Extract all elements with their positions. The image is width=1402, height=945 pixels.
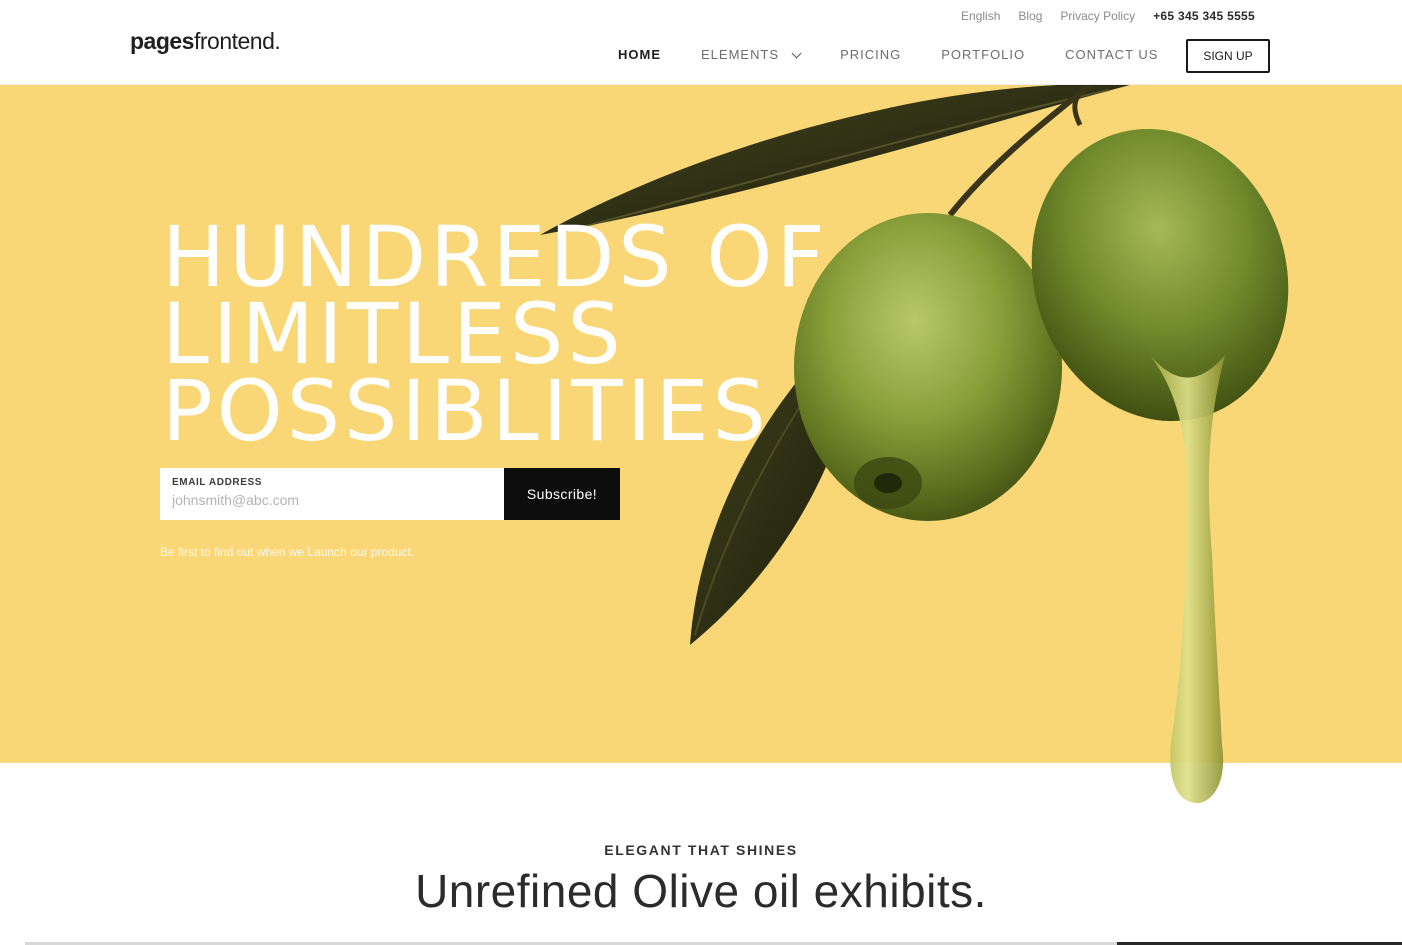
logo-light-text: frontend. bbox=[193, 28, 281, 54]
phone-number[interactable]: +65 345 345 5555 bbox=[1153, 8, 1255, 24]
email-field-wrapper[interactable]: EMAIL ADDRESS bbox=[160, 468, 504, 520]
section-eyebrow: ELEGANT THAT SHINES bbox=[604, 842, 798, 858]
nav-pricing-label: PRICING bbox=[840, 47, 902, 62]
headline-line-3: POSSIBLITIES bbox=[162, 362, 770, 460]
sign-up-button[interactable]: SIGN UP bbox=[1186, 39, 1270, 73]
main-nav: HOME ELEMENTS PRICING PORTFOLIO CONTACT … bbox=[618, 46, 1198, 64]
nav-contact-us[interactable]: CONTACT US bbox=[1065, 46, 1158, 64]
section-title: Unrefined Olive oil exhibits. bbox=[415, 865, 987, 917]
subscribe-form: EMAIL ADDRESS Subscribe! bbox=[160, 468, 620, 520]
language-link[interactable]: English bbox=[961, 8, 1000, 24]
privacy-policy-link[interactable]: Privacy Policy bbox=[1060, 8, 1135, 24]
nav-home[interactable]: HOME bbox=[618, 46, 661, 64]
site-header: pagesfrontend. English Blog Privacy Poli… bbox=[0, 0, 1402, 85]
email-field-label: EMAIL ADDRESS bbox=[172, 477, 263, 488]
logo[interactable]: pagesfrontend. bbox=[130, 28, 281, 55]
chevron-down-icon bbox=[791, 48, 802, 58]
blog-link[interactable]: Blog bbox=[1018, 8, 1042, 24]
top-utility-bar: English Blog Privacy Policy +65 345 345 … bbox=[961, 8, 1255, 24]
nav-pricing[interactable]: PRICING bbox=[840, 46, 901, 64]
email-input[interactable] bbox=[172, 492, 492, 508]
logo-bold-text: pages bbox=[130, 28, 194, 54]
launch-note: Be first to find out when we Launch our … bbox=[160, 545, 415, 559]
hero-section: HUNDREDS OF LIMITLESS POSSIBLITIES EMAIL… bbox=[0, 85, 1402, 804]
nav-home-label: HOME bbox=[618, 47, 661, 62]
hero-headline: HUNDREDS OF LIMITLESS POSSIBLITIES bbox=[162, 215, 829, 460]
nav-elements-label: ELEMENTS bbox=[701, 47, 780, 62]
nav-contact-label: CONTACT US bbox=[1065, 47, 1159, 62]
nav-portfolio-label: PORTFOLIO bbox=[941, 47, 1026, 62]
nav-elements[interactable]: ELEMENTS bbox=[701, 46, 802, 64]
nav-portfolio[interactable]: PORTFOLIO bbox=[941, 46, 1025, 64]
subscribe-button[interactable]: Subscribe! bbox=[504, 468, 620, 520]
